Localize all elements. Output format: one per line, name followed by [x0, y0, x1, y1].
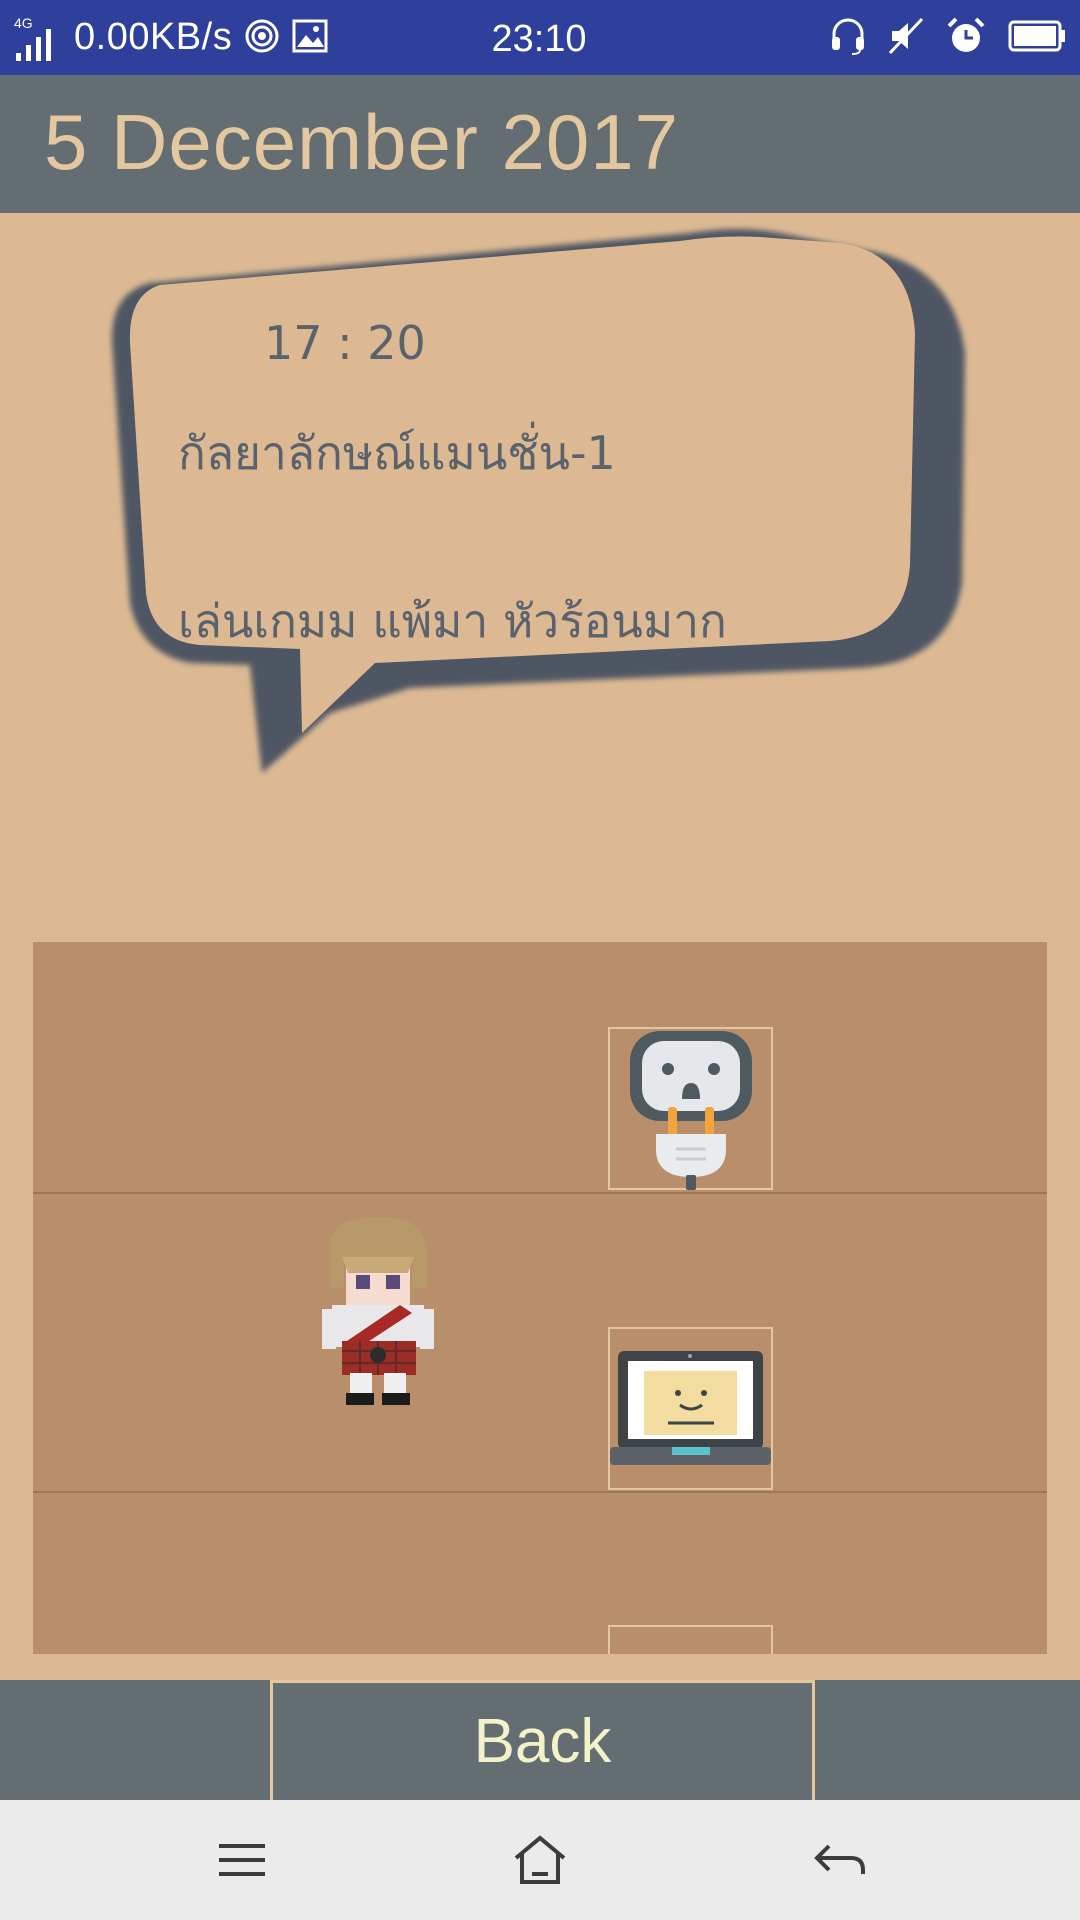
bottom-bar: Back [0, 1680, 1080, 1800]
pixel-character-sprite[interactable] [308, 1217, 448, 1405]
entry-location: กัลยาลักษณ์แมนชั่น-1 [178, 426, 616, 480]
item-slot[interactable] [608, 1625, 773, 1654]
clock: 23:10 [491, 18, 587, 60]
network-speed: 0.00KB/s [74, 16, 233, 58]
header: 5 December 2017 [0, 75, 1080, 213]
page-title: 5 December 2017 [44, 98, 680, 186]
laptop-icon [610, 1351, 771, 1465]
item-slot[interactable] [608, 1327, 773, 1490]
back-button[interactable]: Back [270, 1680, 815, 1800]
item-slot[interactable] [608, 1027, 773, 1190]
image-icon [292, 19, 328, 57]
speech-bubble: 17 : 20 กัลยาลักษณ์แมนชั่น-1 เล่นเกมม แพ… [0, 213, 1080, 973]
row-divider [33, 1491, 1047, 1493]
hotspot-icon [242, 16, 282, 60]
signal-icon: 4G [14, 13, 64, 63]
row-divider [33, 1192, 1047, 1194]
status-left: 4G 0.00KB/s [14, 0, 328, 75]
entry-note: เล่นเกมม แพ้มา หัวร้อนมาก [178, 594, 727, 648]
home-icon[interactable] [500, 1830, 580, 1890]
entry-time: 17 : 20 [264, 316, 426, 370]
mute-icon [888, 17, 924, 59]
navigation-bar [0, 1800, 1080, 1920]
room-grid [33, 942, 1047, 1654]
status-right [830, 0, 1066, 75]
battery-icon [1008, 20, 1066, 56]
headset-icon [830, 17, 866, 59]
power-plug-icon [630, 1031, 752, 1190]
status-bar: 4G 0.00KB/s 23:10 [0, 0, 1080, 75]
back-arrow-icon[interactable] [800, 1830, 880, 1890]
alarm-icon [946, 16, 986, 60]
menu-icon[interactable] [202, 1830, 282, 1890]
